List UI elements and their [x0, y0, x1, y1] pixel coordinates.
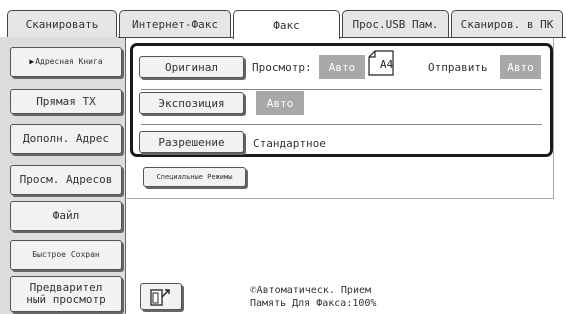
tab-fax[interactable]: Факс — [233, 10, 340, 39]
receive-mode-text: Автоматическ. Прием — [256, 285, 372, 296]
tab-scan-to-pc[interactable]: Сканиров. в ПК — [451, 10, 563, 37]
address-book-label: Адресная Книга — [35, 57, 103, 66]
preview-value: Авто — [319, 55, 365, 79]
resolution-value: Стандартное — [253, 137, 326, 150]
settings-divider — [141, 89, 542, 90]
quick-file-button[interactable]: Быстрое Сохран — [10, 240, 122, 270]
additional-address-button[interactable]: Дополн. Адрес — [10, 124, 122, 154]
tab-internet-fax[interactable]: Интернет-Факс — [119, 10, 231, 37]
resolution-button[interactable]: Разрешение — [139, 131, 244, 153]
paper-size: A4 — [380, 58, 394, 71]
preview-button[interactable]: Предварител ный просмотр — [10, 276, 122, 312]
preview-label-line2: ный просмотр — [26, 293, 106, 306]
phone-icon: ✆ — [250, 283, 257, 296]
exposure-button[interactable]: Экспозиция — [139, 92, 244, 114]
settings-divider — [141, 124, 542, 125]
memory-status: Память Для Факса:100% — [250, 298, 377, 309]
send-value: Авто — [500, 55, 541, 79]
direct-tx-button[interactable]: Прямая TX — [10, 89, 122, 114]
file-button[interactable]: Файл — [10, 201, 122, 231]
main-area-right-rule — [553, 38, 554, 198]
tab-divider — [118, 37, 566, 38]
preview-label: Просмотр: — [252, 61, 312, 74]
special-modes-button[interactable]: Специальные Режимы — [143, 167, 246, 187]
tab-usb-memory[interactable]: Прос.USB Пам. — [342, 10, 449, 37]
original-button[interactable]: Оригинал — [139, 56, 244, 78]
main-area-bottom-rule — [127, 198, 554, 199]
tab-scan[interactable]: Сканировать — [7, 10, 117, 37]
receive-status: ✆Автоматическ. Прием — [250, 283, 371, 296]
document-send-icon — [150, 288, 170, 306]
address-book-button[interactable]: Адресная Книга — [10, 47, 122, 77]
send-label: Отправить — [428, 61, 488, 74]
exposure-value: Авто — [256, 91, 304, 115]
send-settings-button[interactable] — [140, 283, 182, 310]
address-review-button[interactable]: Просм. Адресов — [10, 165, 122, 195]
